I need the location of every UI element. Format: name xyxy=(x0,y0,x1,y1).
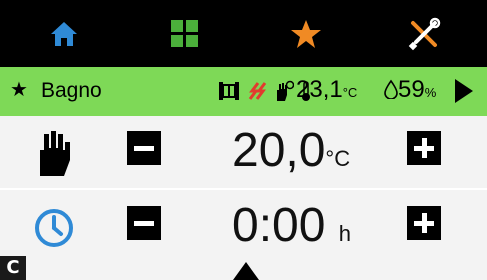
next-room-arrow-icon[interactable] xyxy=(455,79,473,103)
minus-icon xyxy=(134,220,154,226)
increase-setpoint-button[interactable] xyxy=(407,131,441,165)
setpoint-row: 20,0°C xyxy=(0,116,487,191)
timer-row: 0:00 h xyxy=(0,191,487,266)
window-icon xyxy=(219,82,239,100)
home-icon xyxy=(51,22,77,46)
minus-icon xyxy=(134,145,154,151)
decrease-timer-button[interactable] xyxy=(127,206,161,240)
tools-icon xyxy=(408,17,441,51)
thermostat-screen: ★ Bagno 23,1°C 59% 20,0°C 0:00 h C xyxy=(0,0,487,280)
heating-icon xyxy=(248,82,267,100)
plus-icon-vertical xyxy=(421,213,427,233)
hand-clock-icon xyxy=(277,80,294,101)
tab-favorites[interactable] xyxy=(286,14,326,54)
room-name: Bagno xyxy=(41,79,102,102)
tab-grid[interactable] xyxy=(165,14,205,54)
decrease-setpoint-button[interactable] xyxy=(127,131,161,165)
clock-icon xyxy=(35,209,73,247)
humidity-drop-icon xyxy=(384,79,398,100)
star-icon xyxy=(291,20,321,48)
tab-tools[interactable] xyxy=(404,14,444,54)
favorite-star-icon: ★ xyxy=(10,79,28,101)
room-humidity: 59% xyxy=(384,76,436,107)
timer-display: 0:00 h xyxy=(232,199,352,252)
figure-label: C xyxy=(0,256,26,280)
room-status-bar[interactable]: ★ Bagno 23,1°C 59% xyxy=(0,67,487,116)
hand-icon xyxy=(40,131,70,176)
scroll-up-arrow-icon[interactable] xyxy=(233,262,259,280)
grid-icon xyxy=(171,20,198,47)
setpoint-display: 20,0°C xyxy=(232,124,351,177)
plus-icon-vertical xyxy=(421,138,427,158)
tab-home[interactable] xyxy=(44,14,84,54)
increase-timer-button[interactable] xyxy=(407,206,441,240)
row-divider xyxy=(0,188,487,190)
room-temperature: 23,1°C xyxy=(296,76,358,103)
top-nav-bar xyxy=(0,0,487,67)
